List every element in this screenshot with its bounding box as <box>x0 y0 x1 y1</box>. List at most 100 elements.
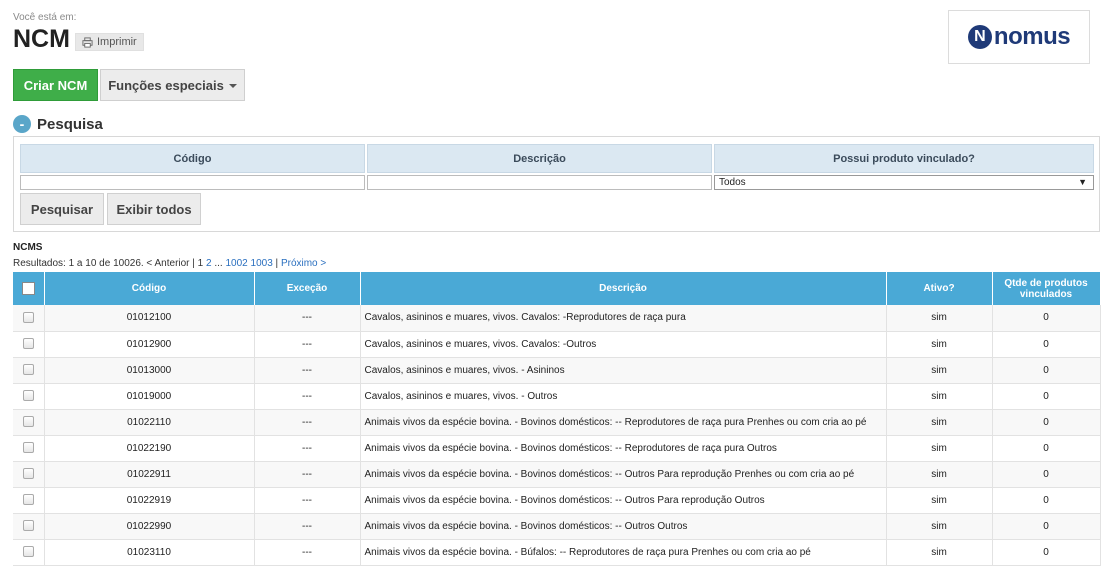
page-link-2[interactable]: 2 <box>206 258 212 269</box>
cell-ativo: sim <box>886 305 993 332</box>
row-checkbox[interactable] <box>22 468 34 480</box>
cell-codigo: 01012100 <box>44 305 255 332</box>
row-checkbox-cell <box>13 357 45 384</box>
row-checkbox-cell <box>13 435 45 462</box>
column-header-ativo[interactable]: Ativo? <box>886 272 993 305</box>
cell-ativo: sim <box>886 409 993 436</box>
row-checkbox[interactable] <box>22 546 34 558</box>
results-summary: Resultados: 1 a 10 de 10026. < Anterior … <box>13 258 204 269</box>
page-link-1003[interactable]: 1003 <box>251 258 273 269</box>
search-section-header: - Pesquisa <box>13 115 103 133</box>
search-title: Pesquisa <box>37 115 103 133</box>
table-row[interactable]: 01022190 --- Animais vivos da espécie bovi… <box>13 435 1101 462</box>
cell-ativo: sim <box>886 461 993 488</box>
next-page-link[interactable]: Próximo > <box>281 258 326 269</box>
table-row[interactable]: 01023110 --- Animais vivos da espécie bovi… <box>13 539 1101 566</box>
table-row[interactable]: 01012900 --- Cavalos, asininos e muares, v… <box>13 331 1101 358</box>
cell-qtde: 0 <box>992 383 1101 410</box>
cell-qtde: 0 <box>992 461 1101 488</box>
cell-ativo: sim <box>886 487 993 514</box>
special-functions-button[interactable]: Funções especiais <box>100 69 245 101</box>
cell-codigo: 01022990 <box>44 513 255 540</box>
vinculado-select[interactable]: Todos ▼ <box>714 175 1094 190</box>
cell-qtde: 0 <box>992 409 1101 436</box>
logo-text: nomus <box>993 23 1071 50</box>
pagination: Resultados: 1 a 10 de 10026. < Anterior … <box>13 258 326 269</box>
table-row[interactable]: 01022990 --- Animais vivos da espécie bovi… <box>13 513 1101 540</box>
row-checkbox[interactable] <box>22 364 34 376</box>
descricao-input[interactable] <box>367 175 712 190</box>
cell-codigo: 01013000 <box>44 357 255 384</box>
cell-descricao: Animais vivos da espécie bovina. - Bovin… <box>360 487 887 514</box>
row-checkbox-cell <box>13 383 45 410</box>
row-checkbox[interactable] <box>22 442 34 454</box>
row-checkbox[interactable] <box>22 494 34 506</box>
cell-excecao: --- <box>254 487 361 514</box>
cell-codigo: 01023110 <box>44 539 255 566</box>
column-header-qtde[interactable]: Qtde de produtos vinculados <box>992 272 1101 305</box>
select-all-cell <box>13 272 45 305</box>
table-row[interactable]: 01013000 --- Cavalos, asininos e muares, v… <box>13 357 1101 384</box>
breadcrumb-label: Você está em: <box>13 12 77 23</box>
company-logo: N nomus <box>948 10 1090 64</box>
cell-ativo: sim <box>886 383 993 410</box>
filter-header-descricao: Descrição <box>367 144 712 173</box>
caret-down-icon <box>228 84 237 88</box>
select-arrow-icon: ▼ <box>1078 177 1087 187</box>
cell-descricao: Animais vivos da espécie bovina. - Bovin… <box>360 513 887 540</box>
cell-ativo: sim <box>886 513 993 540</box>
cell-ativo: sim <box>886 357 993 384</box>
vinculado-select-value: Todos <box>719 177 746 188</box>
cell-codigo: 01022919 <box>44 487 255 514</box>
row-checkbox-cell <box>13 409 45 436</box>
row-checkbox[interactable] <box>22 390 34 402</box>
collapse-icon[interactable]: - <box>13 115 31 133</box>
table-header-row: Código Exceção Descrição Ativo? Qtde de … <box>13 272 1101 305</box>
cell-codigo: 01022911 <box>44 461 255 488</box>
special-functions-label: Funções especiais <box>108 77 224 93</box>
row-checkbox[interactable] <box>22 416 34 428</box>
cell-qtde: 0 <box>992 487 1101 514</box>
cell-descricao: Cavalos, asininos e muares, vivos. - Out… <box>360 383 887 410</box>
cell-qtde: 0 <box>992 539 1101 566</box>
column-header-descricao[interactable]: Descrição <box>360 272 887 305</box>
print-button[interactable]: Imprimir <box>75 33 144 51</box>
select-all-checkbox[interactable] <box>21 282 35 295</box>
cell-descricao: Animais vivos da espécie bovina. - Bovin… <box>360 409 887 436</box>
printer-icon <box>82 36 93 48</box>
row-checkbox[interactable] <box>22 312 34 324</box>
row-checkbox-cell <box>13 487 45 514</box>
cell-descricao: Animais vivos da espécie bovina. - Bovin… <box>360 461 887 488</box>
cell-excecao: --- <box>254 461 361 488</box>
filter-header-vinculado: Possui produto vinculado? <box>714 144 1094 173</box>
table-row[interactable]: 01022911 --- Animais vivos da espécie bovi… <box>13 461 1101 488</box>
page-title: NCM <box>13 25 70 53</box>
table-row[interactable]: 01012100 --- Cavalos, asininos e muares, v… <box>13 305 1101 332</box>
cell-descricao: Animais vivos da espécie bovina. - Búfal… <box>360 539 887 566</box>
table-row[interactable]: 01019000 --- Cavalos, asininos e muares, v… <box>13 383 1101 410</box>
cell-descricao: Cavalos, asininos e muares, vivos. Caval… <box>360 331 887 358</box>
table-row[interactable]: 01022110 --- Animais vivos da espécie bovi… <box>13 409 1101 436</box>
column-header-codigo[interactable]: Código <box>44 272 255 305</box>
cell-descricao: Cavalos, asininos e muares, vivos. Caval… <box>360 305 887 332</box>
cell-ativo: sim <box>886 331 993 358</box>
table-row[interactable]: 01022919 --- Animais vivos da espécie bovi… <box>13 487 1101 514</box>
create-ncm-button[interactable]: Criar NCM <box>13 69 98 101</box>
cell-codigo: 01022190 <box>44 435 255 462</box>
page-link-1002[interactable]: 1002 <box>225 258 247 269</box>
cell-excecao: --- <box>254 539 361 566</box>
row-checkbox[interactable] <box>22 520 34 532</box>
codigo-input[interactable] <box>20 175 365 190</box>
show-all-button[interactable]: Exibir todos <box>107 193 201 225</box>
row-checkbox[interactable] <box>22 338 34 350</box>
row-checkbox-cell <box>13 513 45 540</box>
cell-qtde: 0 <box>992 331 1101 358</box>
cell-excecao: --- <box>254 435 361 462</box>
ncm-table: Código Exceção Descrição Ativo? Qtde de … <box>13 272 1101 566</box>
column-header-excecao[interactable]: Exceção <box>254 272 361 305</box>
print-label: Imprimir <box>97 36 137 48</box>
search-button[interactable]: Pesquisar <box>20 193 104 225</box>
cell-qtde: 0 <box>992 513 1101 540</box>
cell-codigo: 01012900 <box>44 331 255 358</box>
cell-qtde: 0 <box>992 305 1101 332</box>
